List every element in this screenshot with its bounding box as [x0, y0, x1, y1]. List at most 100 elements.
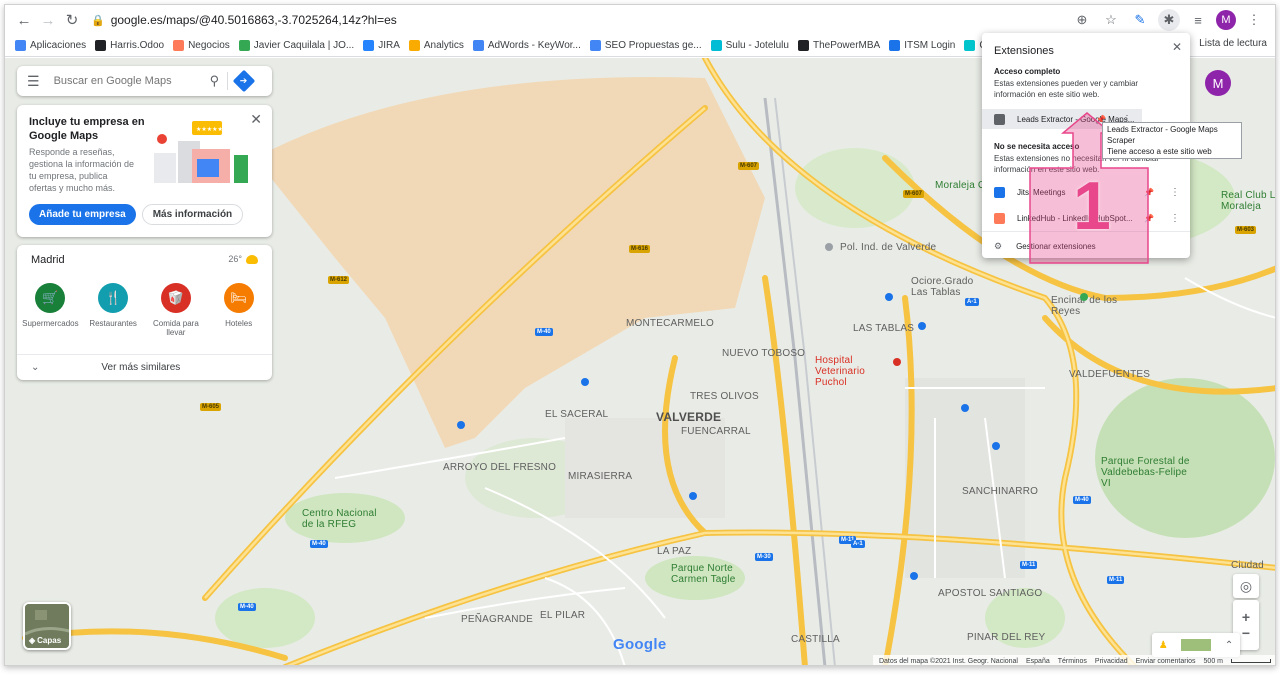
- country-link[interactable]: España: [1026, 658, 1050, 665]
- zoom-in-button[interactable]: +: [1242, 609, 1250, 625]
- bookmark-label[interactable]: ITSM Login: [904, 40, 955, 51]
- bookmark-item[interactable]: Javier Caquilala | JO...: [238, 40, 354, 51]
- reading-list-button[interactable]: Lista de lectura: [1193, 38, 1267, 49]
- bookmark-item[interactable]: Aplicaciones: [15, 40, 86, 51]
- map-place-label[interactable]: LAS TABLAS: [853, 323, 914, 334]
- layers-button[interactable]: ◈ Capas: [23, 602, 71, 650]
- poi-marker[interactable]: [992, 442, 1000, 450]
- more-menu-icon[interactable]: ⋮: [1243, 9, 1265, 31]
- poi-marker[interactable]: [457, 421, 465, 429]
- fork-knife-icon[interactable]: 🍴: [98, 283, 129, 313]
- scale-label[interactable]: 500 m: [1204, 658, 1223, 665]
- expand-chevron-icon[interactable]: ⌃: [1225, 640, 1233, 651]
- install-app-icon[interactable]: ⊕: [1071, 9, 1093, 31]
- bookmark-item[interactable]: JIRA: [363, 40, 400, 51]
- map-place-label[interactable]: FUENCARRAL: [681, 426, 751, 437]
- search-input[interactable]: [53, 75, 204, 87]
- map-place-label[interactable]: EL SACERAL: [545, 409, 608, 420]
- map-place-label[interactable]: SANCHINARRO: [962, 486, 1038, 497]
- close-icon[interactable]: ✕: [1172, 40, 1182, 54]
- bookmark-item[interactable]: Analytics: [408, 40, 464, 51]
- imagery-thumbnail[interactable]: [1181, 639, 1212, 651]
- more-similar-label[interactable]: Ver más similares: [101, 362, 180, 373]
- bookmark-label[interactable]: Javier Caquilala | JO...: [254, 40, 354, 51]
- omnibox[interactable]: 🔒 google.es/maps/@40.5016863,-3.7025264,…: [91, 9, 397, 31]
- search-icon[interactable]: ⚲: [210, 73, 220, 89]
- bookmark-label[interactable]: Sulu - Jotelulu: [726, 40, 789, 51]
- poi-marker[interactable]: [581, 378, 589, 386]
- my-location-button[interactable]: ◎: [1233, 574, 1259, 598]
- poi-marker[interactable]: [893, 358, 901, 366]
- bookmark-label[interactable]: JIRA: [378, 40, 400, 51]
- bookmark-item[interactable]: ITSM Login: [889, 40, 955, 51]
- map-place-label[interactable]: NUEVO TOBOSO: [722, 348, 805, 359]
- bookmark-item[interactable]: SEO Propuestas ge...: [589, 40, 702, 51]
- map-place-label[interactable]: MIRASIERRA: [568, 471, 632, 482]
- map-place-label[interactable]: Encinar de los Reyes: [1051, 295, 1131, 317]
- account-avatar[interactable]: M: [1205, 70, 1231, 96]
- bookmark-item[interactable]: Harris.Odoo: [95, 40, 164, 51]
- bookmark-item[interactable]: Negocios: [173, 40, 230, 51]
- map-place-label[interactable]: Centro Nacional de la RFEG: [302, 508, 382, 530]
- pegman-icon[interactable]: ♟: [1159, 640, 1168, 651]
- map-place-label[interactable]: Pol. Ind. de Valverde: [840, 242, 936, 253]
- terms-link[interactable]: Términos: [1058, 658, 1087, 665]
- map-place-label[interactable]: Parque Forestal de Valdebebas-Felipe VI: [1101, 456, 1191, 489]
- map-place-label[interactable]: VALDEFUENTES: [1069, 369, 1150, 380]
- directions-icon[interactable]: ➔: [232, 69, 256, 93]
- bookmark-label[interactable]: Negocios: [188, 40, 230, 51]
- reading-list-icon[interactable]: ≡: [1187, 9, 1209, 31]
- takeout-icon[interactable]: 🥡: [160, 283, 191, 313]
- bookmark-star-icon[interactable]: ☆: [1100, 9, 1122, 31]
- extension-label[interactable]: Jitsi Meetings: [1017, 188, 1065, 197]
- more-options-icon[interactable]: ⋮: [1170, 213, 1180, 224]
- add-business-button[interactable]: Añade tu empresa: [29, 204, 136, 225]
- zoom-out-button[interactable]: −: [1242, 625, 1250, 641]
- map-place-label[interactable]: ARROYO DEL FRESNO: [443, 462, 556, 473]
- map-place-label[interactable]: Parque Norte Carmen Tagle: [671, 563, 751, 585]
- extension-feather-icon[interactable]: ✎: [1129, 9, 1151, 31]
- close-icon[interactable]: ✕: [250, 111, 262, 128]
- bookmark-item[interactable]: AdWords - KeyWor...: [472, 40, 581, 51]
- map-place-label[interactable]: APOSTOL SANTIAGO: [938, 588, 1042, 599]
- bookmark-item[interactable]: ThePowerMBA: [797, 40, 880, 51]
- forward-icon[interactable]: →: [37, 9, 59, 31]
- map-place-label[interactable]: TRES OLIVOS: [690, 391, 759, 402]
- map-place-label[interactable]: VALVERDE: [656, 410, 721, 424]
- back-icon[interactable]: ←: [13, 9, 35, 31]
- map-place-label[interactable]: Ociore.Grado Las Tablas: [911, 276, 991, 298]
- poi-marker[interactable]: [825, 243, 833, 251]
- url-text[interactable]: google.es/maps/@40.5016863,-3.7025264,14…: [111, 13, 397, 27]
- poi-marker[interactable]: [1080, 293, 1088, 301]
- category-button[interactable]: 🥡 Comida para llevar: [148, 283, 204, 337]
- map-place-label[interactable]: LA PAZ: [657, 546, 691, 557]
- more-similar-row[interactable]: ⌄ Ver más similares: [17, 354, 272, 380]
- category-button[interactable]: 🛏 Hoteles: [211, 283, 267, 337]
- bookmark-label[interactable]: AdWords - KeyWor...: [488, 40, 581, 51]
- bookmark-label[interactable]: Analytics: [424, 40, 464, 51]
- privacy-link[interactable]: Privacidad: [1095, 658, 1128, 665]
- map-place-label[interactable]: Real Club La Moraleja: [1221, 190, 1275, 212]
- map-place-label[interactable]: PINAR DEL REY: [967, 632, 1045, 643]
- more-info-button[interactable]: Más información: [141, 204, 244, 225]
- category-button[interactable]: 🍴 Restaurantes: [85, 283, 141, 337]
- more-options-icon[interactable]: ⋮: [1170, 187, 1180, 198]
- bookmark-label[interactable]: SEO Propuestas ge...: [605, 40, 702, 51]
- map-place-label[interactable]: MONTECARMELO: [626, 318, 714, 329]
- map-data-credit[interactable]: Datos del mapa ©2021 Inst. Geogr. Nacion…: [879, 658, 1018, 665]
- map-place-label[interactable]: CASTILLA: [791, 634, 840, 645]
- bookmark-item[interactable]: Sulu - Jotelulu: [710, 40, 789, 51]
- poi-marker[interactable]: [961, 404, 969, 412]
- reload-icon[interactable]: ↻: [61, 9, 83, 31]
- poi-marker[interactable]: [885, 293, 893, 301]
- poi-marker[interactable]: [689, 492, 697, 500]
- bookmark-label[interactable]: Harris.Odoo: [110, 40, 164, 51]
- category-button[interactable]: 🛒 Supermercados: [22, 283, 79, 337]
- poi-marker[interactable]: [918, 322, 926, 330]
- pin-icon[interactable]: 📌: [1144, 214, 1154, 223]
- map-place-label[interactable]: Ciudad: [1231, 560, 1264, 571]
- map-place-label[interactable]: PEÑAGRANDE: [461, 614, 533, 625]
- shopping-cart-icon[interactable]: 🛒: [35, 283, 66, 313]
- chevron-down-icon[interactable]: ⌄: [31, 362, 39, 373]
- menu-icon[interactable]: ☰: [27, 73, 40, 90]
